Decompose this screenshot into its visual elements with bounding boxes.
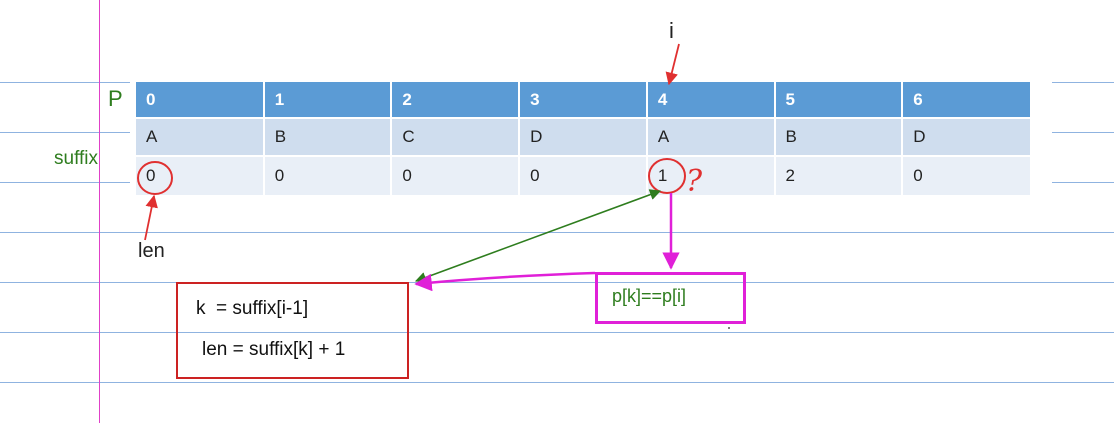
char-cell: A bbox=[136, 118, 265, 157]
formula-box bbox=[176, 282, 409, 379]
ruled-line bbox=[1052, 132, 1114, 133]
suffix-cell: 0 bbox=[391, 156, 521, 197]
len-label: len bbox=[138, 240, 165, 262]
i-label: i bbox=[669, 18, 674, 43]
index-cell: 1 bbox=[263, 82, 393, 119]
ruled-line bbox=[0, 82, 130, 83]
char-cell: B bbox=[774, 118, 904, 157]
suffix-cell: 0 bbox=[519, 156, 648, 197]
margin-line bbox=[99, 0, 100, 423]
index-cell: 5 bbox=[774, 82, 904, 119]
suffix-cell: 0 bbox=[136, 156, 265, 197]
ruled-line bbox=[1052, 182, 1114, 183]
suffix-cell: 0 bbox=[263, 156, 393, 197]
pattern-table: 0 1 2 3 4 5 6 A B C D A B D 0 0 0 0 1 2 … bbox=[136, 82, 1030, 197]
formula-line-2: len = suffix[k] + 1 bbox=[202, 339, 346, 360]
index-cell: 2 bbox=[391, 82, 521, 119]
index-cell: 0 bbox=[136, 82, 265, 119]
pattern-row: A B C D A B D bbox=[136, 118, 1030, 157]
suffix-cell: 1 bbox=[646, 156, 776, 197]
question-mark: ? bbox=[686, 164, 703, 199]
arrow-i bbox=[665, 43, 680, 86]
char-cell: B bbox=[263, 118, 393, 157]
ruled-line bbox=[0, 282, 1114, 283]
char-cell: D bbox=[519, 118, 648, 157]
row-label-suffix: suffix bbox=[54, 148, 99, 169]
index-cell: 3 bbox=[519, 82, 648, 119]
formula-line-1: k = suffix[i-1] bbox=[196, 298, 309, 319]
ruled-line bbox=[0, 382, 1114, 383]
ruled-line bbox=[0, 182, 130, 183]
compare-text: p[k]==p[i] bbox=[612, 286, 687, 306]
row-label-p: P bbox=[108, 86, 123, 111]
char-cell: A bbox=[646, 118, 776, 157]
ruled-line bbox=[1052, 82, 1114, 83]
ruled-line bbox=[0, 232, 1114, 233]
char-cell: C bbox=[391, 118, 521, 157]
table-header-row: 0 1 2 3 4 5 6 bbox=[136, 82, 1030, 119]
arrow-green bbox=[414, 189, 662, 283]
index-cell: 4 bbox=[646, 82, 776, 119]
index-cell: 6 bbox=[902, 82, 1030, 119]
suffix-cell: 0 bbox=[902, 156, 1030, 197]
char-cell: D bbox=[902, 118, 1030, 157]
annotation-overlay bbox=[137, 43, 730, 329]
suffix-row: 0 0 0 0 1 2 0 bbox=[136, 156, 1030, 197]
arrow-len bbox=[144, 194, 158, 241]
ruled-line bbox=[0, 332, 1114, 333]
suffix-cell: 2 bbox=[774, 156, 904, 197]
ruled-line bbox=[0, 132, 130, 133]
dot bbox=[728, 327, 730, 329]
